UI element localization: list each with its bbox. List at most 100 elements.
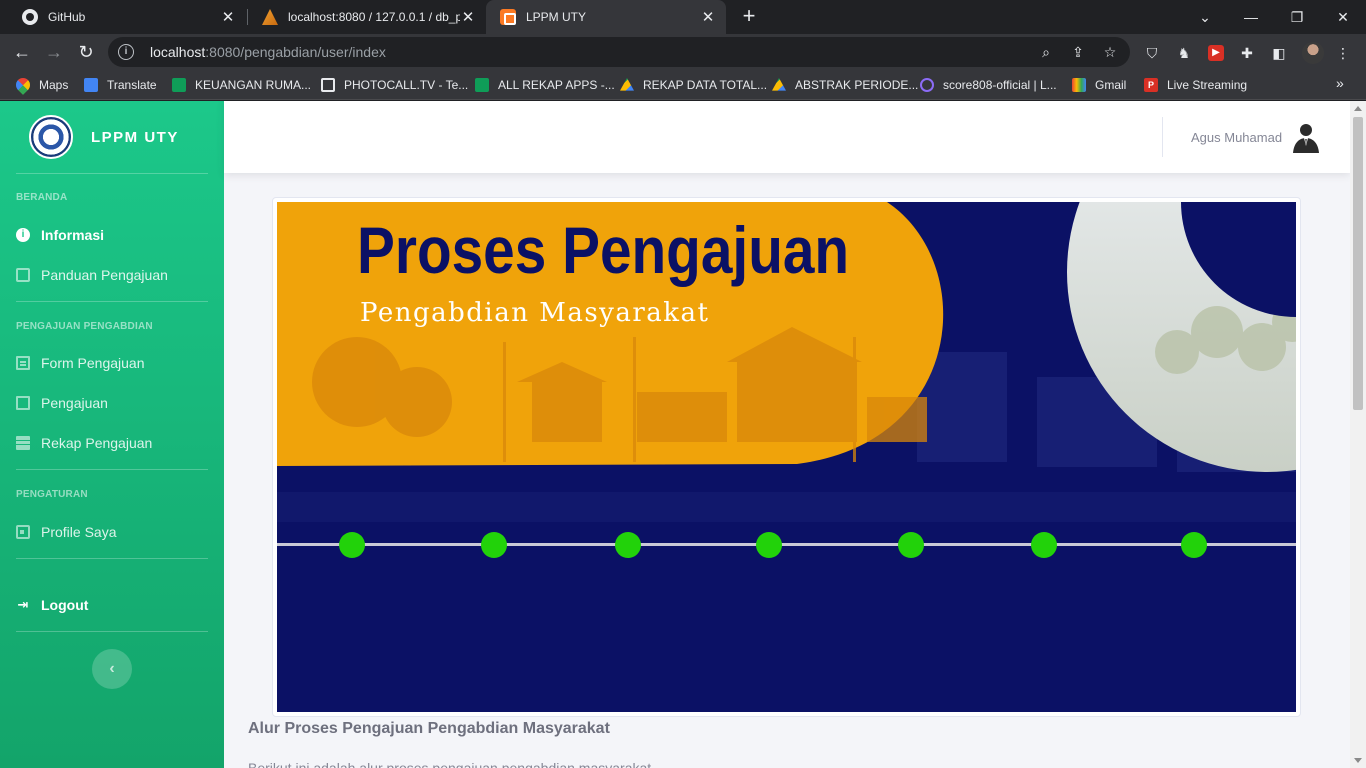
close-icon[interactable]: ✕ bbox=[460, 8, 476, 26]
browser-toolbar: ← → ↻ i localhost:8080/pengabdian/user/i… bbox=[0, 34, 1366, 70]
minimize-icon[interactable]: — bbox=[1228, 0, 1274, 34]
bookmark-translate[interactable]: Translate bbox=[84, 76, 157, 94]
url-text[interactable]: localhost:8080/pengabdian/user/index bbox=[150, 44, 386, 60]
uty-logo bbox=[29, 115, 73, 159]
back-icon[interactable]: ← bbox=[10, 40, 34, 64]
sheets-icon bbox=[475, 78, 489, 92]
new-tab-button[interactable]: + bbox=[738, 5, 760, 27]
bookmark-gmail[interactable]: Gmail bbox=[1072, 76, 1126, 94]
sidebar-item-rekap-pengajuan[interactable]: Rekap Pengajuan bbox=[16, 432, 208, 454]
sidebar-item-label: Logout bbox=[41, 597, 89, 613]
extensions-puzzle-icon[interactable]: ✚ bbox=[1238, 44, 1256, 62]
sidebar-item-label: Profile Saya bbox=[41, 524, 117, 540]
timeline-step-dot bbox=[898, 532, 924, 558]
sidebar-divider bbox=[16, 558, 208, 559]
bookmark-rekap-apps[interactable]: ALL REKAP APPS -... bbox=[475, 76, 615, 94]
bookmark-score808[interactable]: score808-official | L... bbox=[920, 76, 1057, 94]
topbar: Agus Muhamad bbox=[224, 101, 1350, 173]
logout-icon: ⇥ bbox=[17, 597, 29, 612]
bookmark-photocall[interactable]: PHOTOCALL.TV - Te... bbox=[321, 76, 468, 94]
drive-icon bbox=[620, 78, 634, 91]
side-panel-icon[interactable]: ◧ bbox=[1270, 44, 1288, 62]
bookmark-abstrak[interactable]: ABSTRAK PERIODE... bbox=[772, 76, 918, 94]
extension-icon[interactable]: ♞ bbox=[1175, 44, 1193, 62]
page-scrollbar[interactable] bbox=[1350, 101, 1366, 768]
bookmarks-overflow-icon[interactable]: » bbox=[1336, 75, 1344, 91]
sidebar-item-informasi[interactable]: i Informasi bbox=[16, 224, 208, 246]
sidebar-divider bbox=[16, 469, 208, 470]
restore-icon[interactable]: ❐ bbox=[1274, 0, 1320, 34]
maps-icon bbox=[13, 75, 33, 95]
forward-icon[interactable]: → bbox=[42, 40, 66, 64]
tab-title: GitHub bbox=[48, 10, 86, 24]
bookmarks-bar: Maps Translate KEUANGAN RUMA... PHOTOCAL… bbox=[0, 70, 1366, 100]
sidebar-divider bbox=[16, 173, 208, 174]
drive-icon bbox=[772, 78, 786, 91]
timeline-step-dot bbox=[615, 532, 641, 558]
bookmark-maps[interactable]: Maps bbox=[13, 75, 68, 95]
sidebar-item-form-pengajuan[interactable]: Form Pengajuan bbox=[16, 352, 208, 374]
banner-card: Proses Pengajuan Pengabdian Masyarakat bbox=[272, 197, 1301, 717]
sidebar-heading-beranda: BERANDA bbox=[16, 192, 68, 203]
community-icon bbox=[920, 78, 934, 92]
github-icon bbox=[22, 9, 38, 25]
section-title: Alur Proses Pengajuan Pengabdian Masyara… bbox=[248, 720, 610, 737]
tab-title: localhost:8080 / 127.0.0.1 / db_pe bbox=[288, 10, 460, 24]
address-bar[interactable]: i localhost:8080/pengabdian/user/index ⌕… bbox=[108, 37, 1130, 67]
tab-strip: GitHub ✕ localhost:8080 / 127.0.0.1 / db… bbox=[0, 0, 1366, 34]
xampp-icon bbox=[500, 9, 516, 25]
brave-shield-icon[interactable]: ⛉ bbox=[1143, 44, 1161, 62]
brand-name: LPPM UTY bbox=[91, 128, 179, 146]
sidebar-item-panduan-pengajuan[interactable]: Panduan Pengajuan bbox=[16, 264, 208, 286]
sidebar-item-profile-saya[interactable]: Profile Saya bbox=[16, 521, 208, 543]
tab-phpmyadmin[interactable]: localhost:8080 / 127.0.0.1 / db_pe ✕ bbox=[248, 0, 486, 34]
sidebar: LPPM UTY BERANDA i Informasi Panduan Pen… bbox=[0, 101, 224, 768]
site-info-icon[interactable]: i bbox=[118, 44, 134, 60]
sidebar-item-label: Informasi bbox=[41, 227, 105, 243]
sidebar-divider bbox=[16, 631, 208, 632]
topbar-divider bbox=[1162, 117, 1163, 157]
zoom-icon[interactable]: ⌕ bbox=[1038, 44, 1054, 60]
window-close-icon[interactable]: ✕ bbox=[1320, 0, 1366, 34]
close-icon[interactable]: ✕ bbox=[220, 8, 236, 26]
menu-kebab-icon[interactable]: ⋮ bbox=[1334, 44, 1352, 62]
bookmark-rekap-data[interactable]: REKAP DATA TOTAL... bbox=[620, 76, 767, 94]
id-card-icon bbox=[16, 525, 30, 539]
user-avatar[interactable] bbox=[1290, 121, 1322, 153]
scrollbar-thumb[interactable] bbox=[1353, 117, 1363, 410]
tab-github[interactable]: GitHub ✕ bbox=[8, 0, 246, 34]
close-icon[interactable]: ✕ bbox=[700, 8, 716, 26]
sidebar-brand[interactable]: LPPM UTY bbox=[0, 101, 224, 173]
timeline-step-dot bbox=[1181, 532, 1207, 558]
profile-avatar[interactable] bbox=[1302, 42, 1324, 64]
gmail-icon bbox=[1072, 78, 1086, 92]
live-icon: P bbox=[1144, 78, 1158, 92]
sidebar-heading-pengaturan: PENGATURAN bbox=[16, 489, 88, 500]
tab-search-icon[interactable]: ⌄ bbox=[1182, 0, 1228, 34]
sidebar-item-logout[interactable]: ⇥ Logout bbox=[16, 594, 208, 616]
reload-icon[interactable]: ↻ bbox=[74, 40, 98, 64]
scroll-up-icon[interactable] bbox=[1354, 106, 1362, 111]
share-icon[interactable]: ⇪ bbox=[1070, 44, 1086, 60]
tab-lppm-uty[interactable]: LPPM UTY ✕ bbox=[486, 0, 726, 34]
extension-red-icon[interactable]: ▶ bbox=[1208, 45, 1224, 61]
sidebar-heading-pengajuan: PENGAJUAN PENGABDIAN bbox=[16, 321, 153, 332]
page-viewport: LPPM UTY BERANDA i Informasi Panduan Pen… bbox=[0, 101, 1350, 768]
bookmark-live-streaming[interactable]: P Live Streaming bbox=[1144, 76, 1247, 94]
timeline bbox=[339, 532, 1207, 558]
timeline-step-dot bbox=[1031, 532, 1057, 558]
bookmark-star-icon[interactable]: ☆ bbox=[1102, 44, 1118, 60]
timeline-step-dot bbox=[756, 532, 782, 558]
sidebar-divider bbox=[16, 301, 208, 302]
file-icon bbox=[16, 268, 30, 282]
phpmyadmin-icon bbox=[262, 9, 278, 25]
scroll-down-icon[interactable] bbox=[1354, 758, 1362, 763]
sidebar-item-label: Panduan Pengajuan bbox=[41, 267, 168, 283]
sidebar-toggle-button[interactable]: ‹ bbox=[92, 649, 132, 689]
sidebar-item-pengajuan[interactable]: Pengajuan bbox=[16, 392, 208, 414]
bookmark-keuangan[interactable]: KEUANGAN RUMA... bbox=[172, 76, 311, 94]
timeline-step-dot bbox=[339, 532, 365, 558]
sheets-icon bbox=[172, 78, 186, 92]
user-name[interactable]: Agus Muhamad bbox=[1191, 130, 1282, 145]
chalkboard-icon bbox=[16, 396, 30, 410]
